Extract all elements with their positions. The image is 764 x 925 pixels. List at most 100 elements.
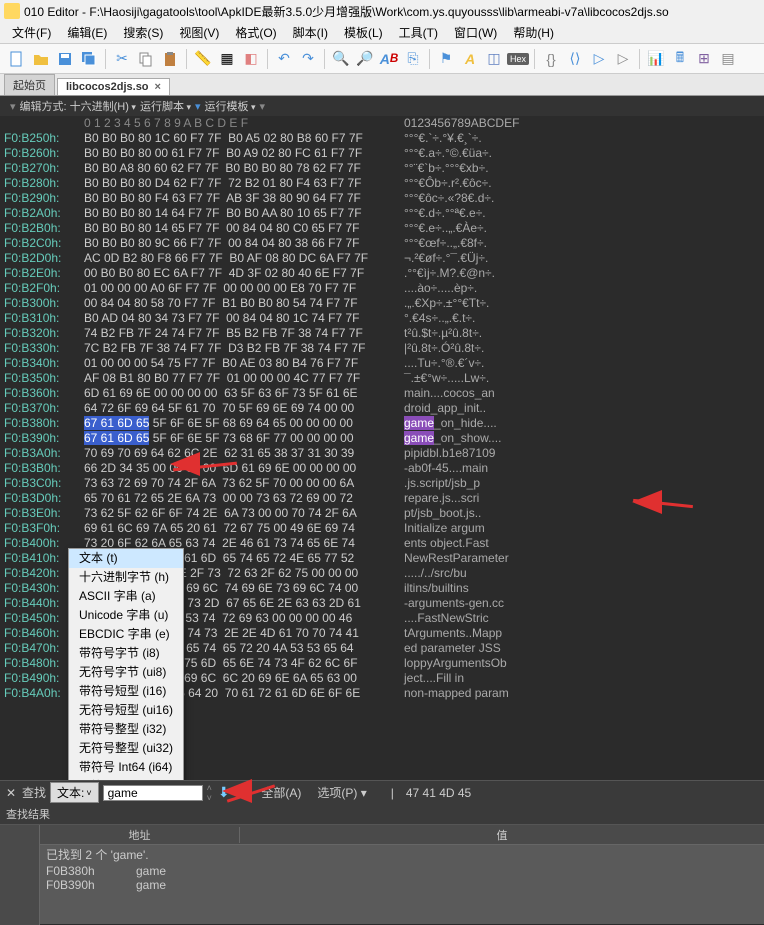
new-button[interactable] bbox=[6, 48, 28, 70]
menu-item[interactable]: ASCII 字串 (a) bbox=[69, 587, 183, 606]
compare-button[interactable]: ◫ bbox=[483, 48, 505, 70]
hex-row[interactable]: F0:B2B0h:B0 B0 B0 80 14 65 F7 7F 00 84 0… bbox=[0, 221, 764, 236]
highlight-button[interactable]: A bbox=[459, 48, 481, 70]
ascii-col-header: 0123456789ABCDEF bbox=[404, 116, 564, 131]
find-button[interactable]: 🔍 bbox=[330, 48, 352, 70]
tpl2-button[interactable]: ⟨⟩ bbox=[564, 48, 586, 70]
menu-tools[interactable]: 工具(T) bbox=[391, 24, 446, 41]
save-all-button[interactable] bbox=[78, 48, 100, 70]
find-label: 查找 bbox=[22, 784, 46, 801]
hex-row[interactable]: F0:B270h:B0 B0 A8 80 60 62 F7 7F B0 B0 B… bbox=[0, 161, 764, 176]
menu-template[interactable]: 模板(L) bbox=[336, 24, 391, 41]
toolbar: ✂ 📏 ▦ ◧ ↶ ↷ 🔍 🔎 AB ⎘ ⚑ A ◫ Hex {} ⟨⟩ ▷ ▷… bbox=[0, 44, 764, 74]
menu-item[interactable]: 带符号字节 (i8) bbox=[69, 644, 183, 663]
hex-row[interactable]: F0:B330h:7C B2 FB 7F 38 74 F7 7F D3 B2 F… bbox=[0, 341, 764, 356]
find-all-button[interactable]: 全部(A) bbox=[255, 784, 307, 801]
menu-item[interactable]: Unicode 字串 (u) bbox=[69, 606, 183, 625]
hex-mode-button[interactable]: Hex bbox=[507, 48, 529, 70]
find-bar: ✕ 查找 文本: ˄˅ ⬇ ⬆ 全部(A) 选项(P) ▾ | 47 41 4D… bbox=[0, 780, 764, 804]
hex-row[interactable]: F0:B3F0h:69 61 6C 69 7A 65 20 61 72 67 7… bbox=[0, 521, 764, 536]
hex-editor[interactable]: 0 1 2 3 4 5 6 7 8 9 A B C D E F 01234567… bbox=[0, 116, 764, 780]
hex-row[interactable]: F0:B260h:B0 B0 B0 80 00 61 F7 7F B0 A9 0… bbox=[0, 146, 764, 161]
goto-button[interactable]: ⎘ bbox=[402, 48, 424, 70]
results-val-header: 值 bbox=[240, 827, 764, 843]
menu-file[interactable]: 文件(F) bbox=[4, 24, 59, 41]
find-input[interactable] bbox=[103, 785, 203, 801]
hex-row[interactable]: F0:B390h:67 61 6D 65 5F 6F 6E 5F 73 68 6… bbox=[0, 431, 764, 446]
menu-item[interactable]: 文本 (t) bbox=[69, 549, 183, 568]
run-script-dropdown[interactable]: 运行脚本 bbox=[140, 98, 191, 114]
find-type-dropdown[interactable]: 文本: bbox=[50, 782, 99, 803]
hex-row[interactable]: F0:B300h:00 84 04 80 58 70 F7 7F B1 B0 B… bbox=[0, 296, 764, 311]
hex-row[interactable]: F0:B2C0h:B0 B0 B0 80 9C 66 F7 7F 00 84 0… bbox=[0, 236, 764, 251]
hex-row[interactable]: F0:B340h:01 00 00 00 54 75 F7 7F B0 AE 0… bbox=[0, 356, 764, 371]
tab-bar: 起始页 libcocos2djs.so× bbox=[0, 74, 764, 96]
results-addr-header: 地址 bbox=[40, 827, 240, 843]
hex-row[interactable]: F0:B2E0h:00 B0 B0 80 EC 6A F7 7F 4D 3F 0… bbox=[0, 266, 764, 281]
tpl1-button[interactable]: {} bbox=[540, 48, 562, 70]
result-row[interactable]: F0B380h game bbox=[40, 864, 764, 878]
tab-start[interactable]: 起始页 bbox=[4, 74, 55, 95]
calc-button[interactable]: 🖩 bbox=[669, 48, 691, 70]
menu-item[interactable]: 十六进制字节 (h) bbox=[69, 568, 183, 587]
menu-format[interactable]: 格式(O) bbox=[227, 24, 284, 41]
find-options-button[interactable]: 选项(P) ▾ bbox=[311, 784, 372, 801]
hex-row[interactable]: F0:B380h:67 61 6D 65 5F 6F 6E 5F 68 69 6… bbox=[0, 416, 764, 431]
cut-button[interactable]: ✂ bbox=[111, 48, 133, 70]
vars-button[interactable]: ⊞ bbox=[693, 48, 715, 70]
run2-button[interactable]: ▷ bbox=[612, 48, 634, 70]
result-row[interactable]: F0B390h game bbox=[40, 878, 764, 892]
undo-button[interactable]: ↶ bbox=[273, 48, 295, 70]
menu-item[interactable]: 无符号 Int64 (ui64) bbox=[69, 777, 183, 780]
hex-row[interactable]: F0:B290h:B0 B0 B0 80 F4 63 F7 7F AB 3F 3… bbox=[0, 191, 764, 206]
hex-row[interactable]: F0:B350h:AF 08 B1 80 B0 77 F7 7F 01 00 0… bbox=[0, 371, 764, 386]
paste-button[interactable] bbox=[159, 48, 181, 70]
tab-file[interactable]: libcocos2djs.so× bbox=[57, 78, 170, 95]
mark-button[interactable]: ◧ bbox=[240, 48, 262, 70]
menu-item[interactable]: 无符号字节 (ui8) bbox=[69, 663, 183, 682]
window-title: 010 Editor - F:\Haosiji\gagatools\tool\A… bbox=[24, 3, 669, 20]
save-button[interactable] bbox=[54, 48, 76, 70]
find-files-button[interactable]: 🔎 bbox=[354, 48, 376, 70]
console-button[interactable]: ▤ bbox=[717, 48, 739, 70]
hex-row[interactable]: F0:B3B0h:66 2D 34 35 00 00 00 00 6D 61 6… bbox=[0, 461, 764, 476]
bookmark-button[interactable]: ⚑ bbox=[435, 48, 457, 70]
menu-item[interactable]: 带符号短型 (i16) bbox=[69, 682, 183, 701]
results-title: 查找结果 bbox=[0, 804, 764, 825]
menu-search[interactable]: 搜索(S) bbox=[115, 24, 171, 41]
hex-row[interactable]: F0:B2A0h:B0 B0 B0 80 14 64 F7 7F B0 B0 A… bbox=[0, 206, 764, 221]
hex-row[interactable]: F0:B250h:B0 B0 B0 80 1C 60 F7 7F B0 A5 0… bbox=[0, 131, 764, 146]
edit-mode-dropdown[interactable]: 编辑方式: 十六进制(H) bbox=[20, 98, 136, 114]
menu-item[interactable]: 带符号整型 (i32) bbox=[69, 720, 183, 739]
hex-row[interactable]: F0:B360h:6D 61 69 6E 00 00 00 00 63 5F 6… bbox=[0, 386, 764, 401]
hex-row[interactable]: F0:B280h:B0 B0 B0 80 D4 62 F7 7F 72 B2 0… bbox=[0, 176, 764, 191]
menu-item[interactable]: EBCDIC 字串 (e) bbox=[69, 625, 183, 644]
open-button[interactable] bbox=[30, 48, 52, 70]
hex-col-header: 0 1 2 3 4 5 6 7 8 9 A B C D E F bbox=[84, 116, 384, 131]
menu-script[interactable]: 脚本(I) bbox=[285, 24, 336, 41]
menu-item[interactable]: 无符号短型 (ui16) bbox=[69, 701, 183, 720]
menu-help[interactable]: 帮助(H) bbox=[505, 24, 562, 41]
menu-window[interactable]: 窗口(W) bbox=[446, 24, 505, 41]
hex-row[interactable]: F0:B3C0h:73 63 72 69 70 74 2F 6A 73 62 5… bbox=[0, 476, 764, 491]
menu-item[interactable]: 无符号整型 (ui32) bbox=[69, 739, 183, 758]
hex-row[interactable]: F0:B370h:64 72 6F 69 64 5F 61 70 70 5F 6… bbox=[0, 401, 764, 416]
run-button[interactable]: ▷ bbox=[588, 48, 610, 70]
inspector-button[interactable]: 📊 bbox=[645, 48, 667, 70]
close-icon[interactable]: × bbox=[155, 81, 161, 93]
redo-button[interactable]: ↷ bbox=[297, 48, 319, 70]
hex-row[interactable]: F0:B3A0h:70 69 70 69 64 62 6C 2E 62 31 6… bbox=[0, 446, 764, 461]
replace-button[interactable]: AB bbox=[378, 48, 400, 70]
close-find-icon[interactable]: ✕ bbox=[6, 786, 18, 800]
hex-row[interactable]: F0:B2F0h:01 00 00 00 A0 6F F7 7F 00 00 0… bbox=[0, 281, 764, 296]
copy-button[interactable] bbox=[135, 48, 157, 70]
grid-button[interactable]: ▦ bbox=[216, 48, 238, 70]
menu-view[interactable]: 视图(V) bbox=[171, 24, 227, 41]
menu-item[interactable]: 带符号 Int64 (i64) bbox=[69, 758, 183, 777]
hex-row[interactable]: F0:B320h:74 B2 FB 7F 24 74 F7 7F B5 B2 F… bbox=[0, 326, 764, 341]
hex-row[interactable]: F0:B2D0h:AC 0D B2 80 F8 66 F7 7F B0 AF 0… bbox=[0, 251, 764, 266]
run-template-dropdown[interactable]: 运行模板 bbox=[205, 98, 256, 114]
menu-edit[interactable]: 编辑(E) bbox=[59, 24, 115, 41]
hex-row[interactable]: F0:B310h:B0 AD 04 80 34 73 F7 7F 00 84 0… bbox=[0, 311, 764, 326]
ruler-button[interactable]: 📏 bbox=[192, 48, 214, 70]
